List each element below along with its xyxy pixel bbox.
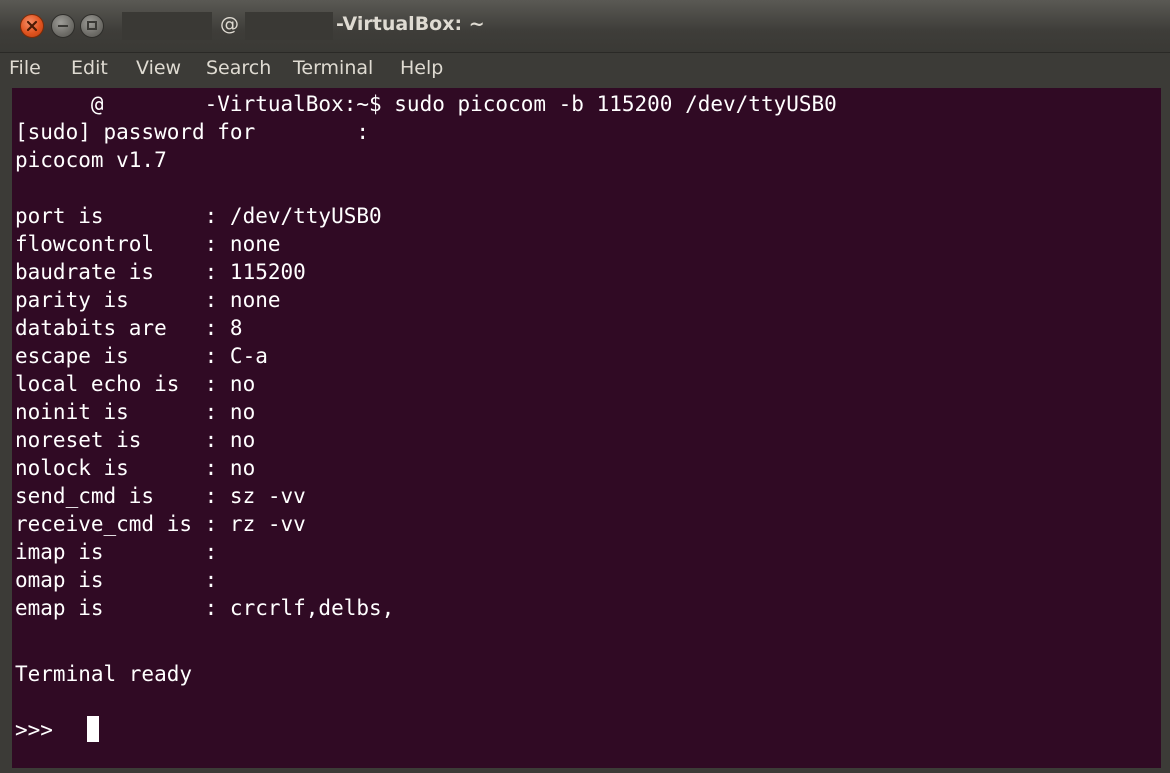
terminal-line: @ -VirtualBox:~$ sudo picocom -b 115200 … xyxy=(15,92,837,116)
terminal-line: escape is : C-a xyxy=(15,344,268,368)
terminal-line: omap is : xyxy=(15,568,218,592)
menu-bar: File Edit View Search Terminal Help xyxy=(0,53,1170,87)
terminal-line: [sudo] password for : xyxy=(15,120,370,144)
terminal-line: send_cmd is : sz -vv xyxy=(15,484,306,508)
title-bar[interactable]: @ -VirtualBox: ~ xyxy=(0,0,1170,53)
minimize-icon[interactable] xyxy=(51,14,75,38)
terminal-output[interactable]: @ -VirtualBox:~$ sudo picocom -b 115200 … xyxy=(12,88,1161,768)
text-cursor xyxy=(87,716,99,742)
terminal-line: receive_cmd is : rz -vv xyxy=(15,512,306,536)
terminal-line: picocom v1.7 xyxy=(15,148,167,172)
title-at-sign: @ xyxy=(220,13,239,35)
terminal-line: flowcontrol : none xyxy=(15,232,281,256)
terminal-line: emap is : crcrlf,delbs, xyxy=(15,596,395,620)
terminal-line: Terminal ready xyxy=(15,662,193,686)
window-border-right xyxy=(1161,88,1170,773)
title-hostname-redacted xyxy=(245,12,333,40)
terminal-prompt: >>> xyxy=(15,718,66,742)
terminal-line: baudrate is : 115200 xyxy=(15,260,306,284)
terminal-line: nolock is : no xyxy=(15,456,256,480)
terminal-line: imap is : xyxy=(15,540,218,564)
terminal-line: parity is : none xyxy=(15,288,281,312)
window-title: -VirtualBox: ~ xyxy=(336,13,485,35)
title-username-redacted xyxy=(122,12,212,40)
terminal-line: databits are : 8 xyxy=(15,316,243,340)
terminal-line: local echo is : no xyxy=(15,372,256,396)
menu-help[interactable]: Help xyxy=(400,57,443,79)
terminal-line: noreset is : no xyxy=(15,428,256,452)
maximize-icon[interactable] xyxy=(80,14,104,38)
menu-view[interactable]: View xyxy=(136,57,181,79)
menu-terminal[interactable]: Terminal xyxy=(293,57,373,79)
menu-search[interactable]: Search xyxy=(206,57,271,79)
menu-edit[interactable]: Edit xyxy=(71,57,108,79)
terminal-window: @ -VirtualBox: ~ File Edit View Search T… xyxy=(0,0,1170,773)
terminal-line: noinit is : no xyxy=(15,400,256,424)
menu-file[interactable]: File xyxy=(9,57,41,79)
close-icon[interactable] xyxy=(20,14,44,38)
terminal-line: port is : /dev/ttyUSB0 xyxy=(15,204,382,228)
window-border-bottom xyxy=(0,768,1170,773)
